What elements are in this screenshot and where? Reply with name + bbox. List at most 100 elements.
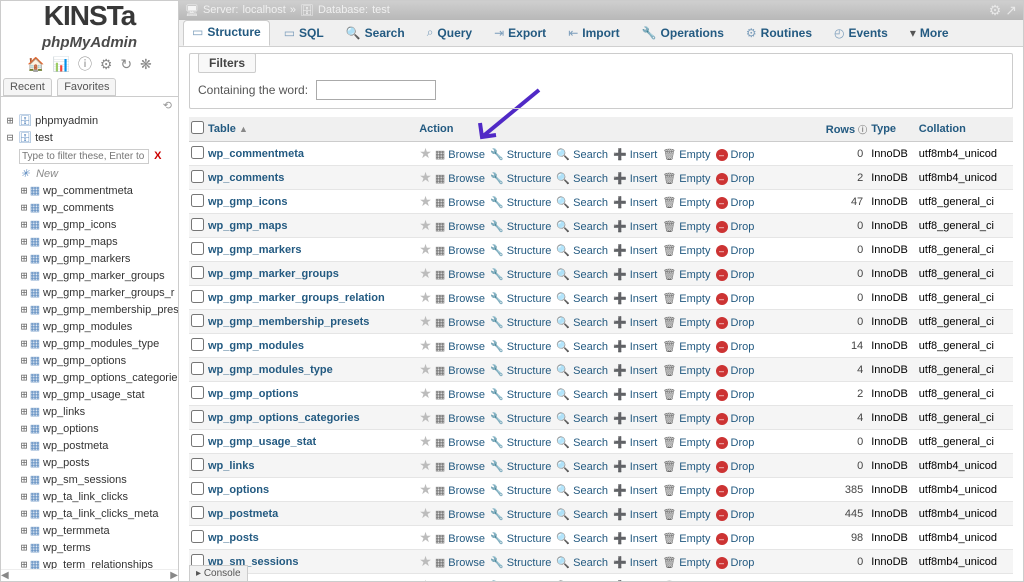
insert-link[interactable]: ➕Insert — [613, 532, 657, 545]
insert-link[interactable]: ➕Insert — [613, 436, 657, 449]
tree-table[interactable]: ⊞▦wp_posts — [19, 455, 178, 471]
tab-structure[interactable]: ▭Structure — [183, 20, 270, 46]
tree-table[interactable]: ⊞▦wp_gmp_modules_type — [19, 336, 178, 352]
insert-link[interactable]: ➕Insert — [613, 340, 657, 353]
table-name[interactable]: wp_gmp_usage_stat — [206, 430, 417, 454]
row-checkbox[interactable] — [191, 146, 204, 159]
tab-import[interactable]: ⇤Import — [560, 22, 627, 46]
drop-link[interactable]: –Drop — [716, 533, 755, 545]
row-checkbox[interactable] — [191, 338, 204, 351]
expand-icon[interactable]: ⊞ — [19, 336, 29, 352]
db-value[interactable]: test — [372, 4, 390, 16]
tab-export[interactable]: ⇥Export — [486, 22, 554, 46]
empty-link[interactable]: 🗑Empty — [662, 244, 710, 257]
drop-link[interactable]: –Drop — [716, 221, 755, 233]
browse-link[interactable]: ▦Browse — [435, 556, 485, 569]
row-checkbox[interactable] — [191, 218, 204, 231]
tree-table[interactable]: ⊞▦wp_gmp_options_categorie — [19, 370, 178, 386]
clear-filter-icon[interactable]: X — [154, 150, 161, 162]
insert-link[interactable]: ➕Insert — [613, 244, 657, 257]
search-link[interactable]: 🔍Search — [556, 196, 608, 209]
table-name[interactable]: wp_options — [206, 478, 417, 502]
structure-link[interactable]: 🔧Structure — [490, 220, 551, 233]
favorite-icon[interactable]: ★ — [419, 505, 432, 521]
tree-table[interactable]: ⊞▦wp_gmp_options — [19, 353, 178, 369]
tree-table[interactable]: ⊞▦wp_commentmeta — [19, 183, 178, 199]
insert-link[interactable]: ➕Insert — [613, 484, 657, 497]
drop-link[interactable]: –Drop — [716, 413, 755, 425]
row-checkbox[interactable] — [191, 194, 204, 207]
tree-filter-input[interactable] — [19, 149, 149, 164]
favorite-icon[interactable]: ★ — [419, 553, 432, 569]
drop-link[interactable]: –Drop — [716, 269, 755, 281]
row-checkbox[interactable] — [191, 362, 204, 375]
structure-link[interactable]: 🔧Structure — [490, 268, 551, 281]
expand-icon[interactable]: ⊞ — [19, 183, 29, 199]
drop-link[interactable]: –Drop — [716, 461, 755, 473]
row-checkbox[interactable] — [191, 506, 204, 519]
col-table[interactable]: Table ▲ — [206, 117, 417, 142]
search-link[interactable]: 🔍Search — [556, 172, 608, 185]
browse-link[interactable]: ▦Browse — [435, 244, 485, 257]
col-rows[interactable]: Rows ⓘ — [816, 117, 869, 142]
structure-link[interactable]: 🔧Structure — [490, 436, 551, 449]
tab-search[interactable]: 🔍Search — [338, 22, 413, 46]
favorite-icon[interactable]: ★ — [419, 409, 432, 425]
favorite-icon[interactable]: ★ — [419, 241, 432, 257]
tree-table[interactable]: ⊞▦wp_ta_link_clicks — [19, 489, 178, 505]
reload-icon[interactable]: ↻ — [120, 56, 132, 73]
structure-link[interactable]: 🔧Structure — [490, 148, 551, 161]
empty-link[interactable]: 🗑Empty — [662, 508, 710, 521]
search-link[interactable]: 🔍Search — [556, 268, 608, 281]
structure-link[interactable]: 🔧Structure — [490, 340, 551, 353]
search-link[interactable]: 🔍Search — [556, 436, 608, 449]
structure-link[interactable]: 🔧Structure — [490, 484, 551, 497]
expand-icon[interactable]: ⊞ — [19, 489, 29, 505]
table-name[interactable]: wp_gmp_icons — [206, 190, 417, 214]
drop-link[interactable]: –Drop — [716, 293, 755, 305]
empty-link[interactable]: 🗑Empty — [662, 196, 710, 209]
col-collation[interactable]: Collation — [917, 117, 1013, 142]
tab-events[interactable]: ◴Events — [826, 22, 896, 46]
empty-link[interactable]: 🗑Empty — [662, 484, 710, 497]
table-name[interactable]: wp_gmp_markers — [206, 238, 417, 262]
search-link[interactable]: 🔍Search — [556, 244, 608, 257]
favorite-icon[interactable]: ★ — [419, 529, 432, 545]
tree-root[interactable]: ⊞ 🗄 phpmyadmin — [5, 113, 178, 129]
search-link[interactable]: 🔍Search — [556, 460, 608, 473]
settings-icon[interactable]: ⚙ — [100, 56, 113, 73]
drop-link[interactable]: –Drop — [716, 173, 755, 185]
search-link[interactable]: 🔍Search — [556, 556, 608, 569]
browse-link[interactable]: ▦Browse — [435, 196, 485, 209]
tree-table[interactable]: ⊞▦wp_gmp_icons — [19, 217, 178, 233]
search-link[interactable]: 🔍Search — [556, 412, 608, 425]
browse-link[interactable]: ▦Browse — [435, 484, 485, 497]
tree-table[interactable]: ⊞▦wp_comments — [19, 200, 178, 216]
browse-link[interactable]: ▦Browse — [435, 436, 485, 449]
insert-link[interactable]: ➕Insert — [613, 388, 657, 401]
search-link[interactable]: 🔍Search — [556, 340, 608, 353]
tree-table[interactable]: ⊞▦wp_terms — [19, 540, 178, 556]
empty-link[interactable]: 🗑Empty — [662, 532, 710, 545]
row-checkbox[interactable] — [191, 482, 204, 495]
table-name[interactable]: wp_gmp_marker_groups_relation — [206, 286, 417, 310]
expand-icon[interactable]: ⊞ — [19, 557, 29, 570]
drop-link[interactable]: –Drop — [716, 509, 755, 521]
page-exit-icon[interactable]: ↗ — [1005, 2, 1017, 19]
search-link[interactable]: 🔍Search — [556, 580, 608, 581]
expand-icon[interactable]: ⊞ — [19, 421, 29, 437]
empty-link[interactable]: 🗑Empty — [662, 580, 710, 581]
favorite-icon[interactable]: ★ — [419, 361, 432, 377]
structure-link[interactable]: 🔧Structure — [490, 316, 551, 329]
search-link[interactable]: 🔍Search — [556, 148, 608, 161]
favorite-icon[interactable]: ★ — [419, 169, 432, 185]
structure-link[interactable]: 🔧Structure — [490, 292, 551, 305]
favorite-icon[interactable]: ★ — [419, 265, 432, 281]
row-checkbox[interactable] — [191, 170, 204, 183]
col-type[interactable]: Type — [869, 117, 917, 142]
tab-query[interactable]: ⌕Query — [419, 21, 480, 46]
table-name[interactable]: wp_gmp_marker_groups — [206, 262, 417, 286]
expand-icon[interactable]: ⊞ — [19, 387, 29, 403]
browse-link[interactable]: ▦Browse — [435, 340, 485, 353]
tree-table[interactable]: ⊞▦wp_postmeta — [19, 438, 178, 454]
